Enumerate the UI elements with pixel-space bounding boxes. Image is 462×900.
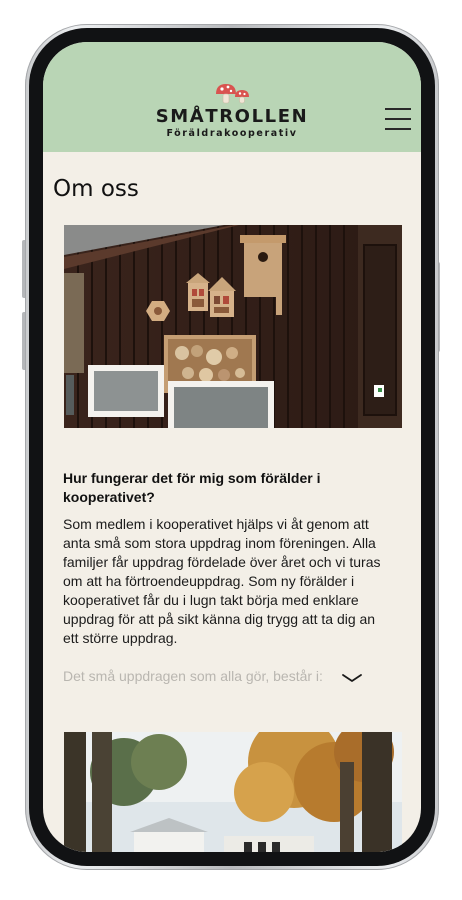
article-continuation: Det små uppdragen som alla gör, består i… (63, 668, 323, 684)
logo-subtitle: Föräldrakooperativ (166, 128, 298, 139)
autumn-trees-photo (64, 732, 402, 852)
phone-screen: SMÅTROLLEN Föräldrakooperativ Om oss Hur… (43, 42, 421, 852)
hamburger-menu-icon[interactable] (385, 108, 411, 130)
mockup-stage: SMÅTROLLEN Föräldrakooperativ Om oss Hur… (0, 0, 462, 900)
mushroom-logo-icon (216, 84, 249, 104)
site-header: SMÅTROLLEN Föräldrakooperativ (43, 42, 421, 152)
chevron-down-icon[interactable] (339, 670, 365, 686)
shed-birdhouses-photo (64, 225, 402, 428)
article-heading: Hur fungerar det för mig som förälder i … (63, 470, 321, 505)
page-title: Om oss (53, 176, 139, 202)
site-logo[interactable]: SMÅTROLLEN Föräldrakooperativ (43, 82, 421, 139)
logo-title: SMÅTROLLEN (155, 106, 309, 127)
article-body: Som medlem i kooperativet hjälps vi åt g… (63, 516, 381, 646)
